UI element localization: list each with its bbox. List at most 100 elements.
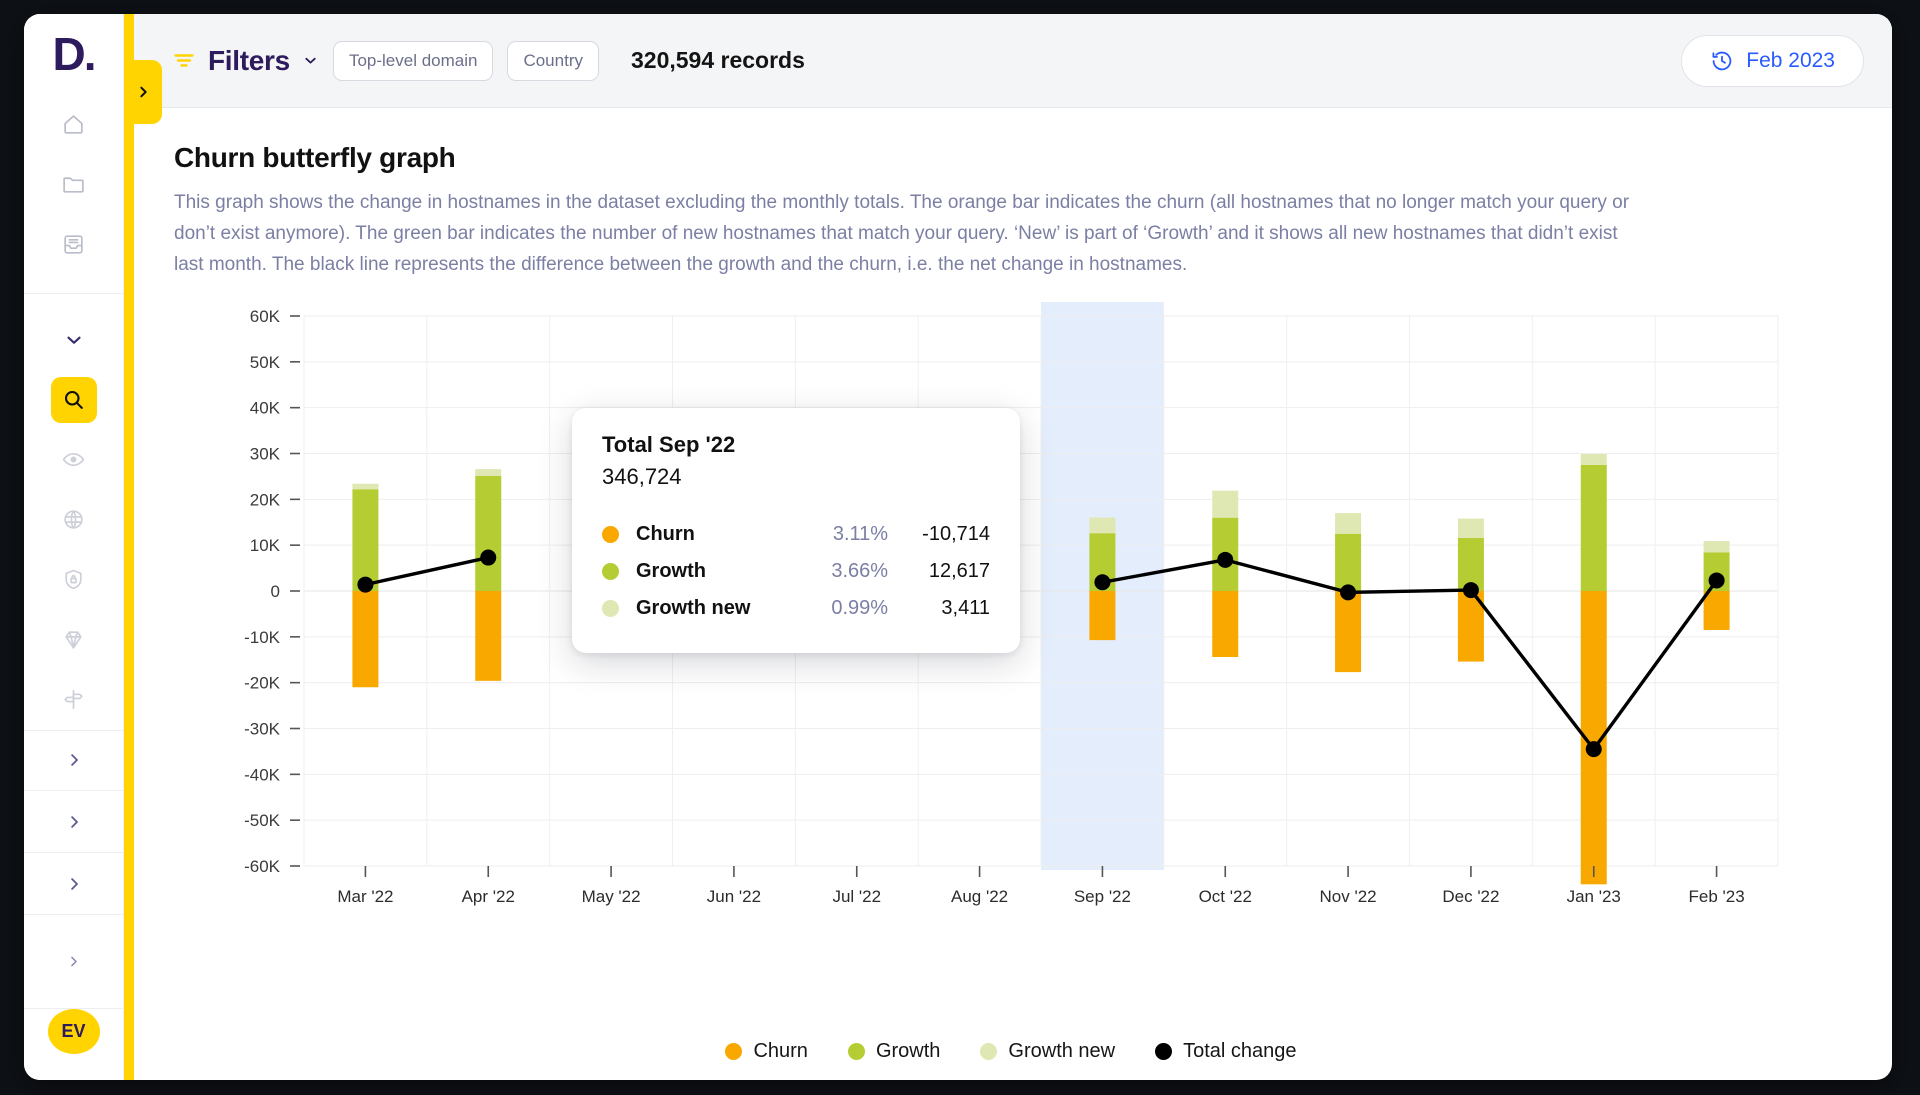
- x-tick-label: Apr '22: [462, 887, 515, 906]
- filter-icon: [174, 53, 194, 67]
- bar-growth: [352, 489, 379, 592]
- search-icon[interactable]: [50, 376, 97, 423]
- chart-legend: Churn Growth Growth new Total change: [174, 1040, 1848, 1063]
- y-tick-label: 50K: [250, 353, 281, 372]
- sidebar-section-3[interactable]: [24, 853, 123, 916]
- x-tick-label: Jul '22: [832, 887, 881, 906]
- total-change-point: [480, 549, 497, 566]
- shield-lock-icon[interactable]: [51, 557, 97, 603]
- inbox-icon[interactable]: [51, 222, 97, 268]
- x-tick-label: Oct '22: [1199, 887, 1252, 906]
- app-logo[interactable]: D.: [24, 14, 123, 95]
- bar-churn: [1212, 591, 1239, 658]
- x-tick-label: Jan '23: [1567, 887, 1621, 906]
- y-tick-label: -40K: [244, 766, 281, 785]
- chevron-down-icon[interactable]: [51, 317, 97, 363]
- legend-label: Total change: [1183, 1040, 1297, 1063]
- legend-item-total-change[interactable]: Total change: [1155, 1040, 1297, 1063]
- sidebar-nav-group: [24, 294, 123, 730]
- sidebar: D. EV: [24, 14, 124, 1080]
- sidebar-section-2[interactable]: [24, 791, 123, 854]
- chevron-right-icon: [70, 877, 78, 890]
- bar-growth-new: [1335, 513, 1362, 535]
- y-tick-label: 0: [271, 582, 280, 601]
- total-change-point: [1462, 582, 1479, 599]
- bar-churn: [1089, 591, 1116, 641]
- y-tick-label: 30K: [250, 445, 281, 464]
- chart-container: 60K 50K 40K 30K 20K 10K 0 -10K -20K -30K -40K -50K -…: [174, 302, 1848, 1032]
- tooltip-row-churn: Churn 3.11% -10,714: [602, 516, 990, 553]
- growth-color-dot: [602, 563, 619, 581]
- x-tick-label: Jun '22: [707, 887, 761, 906]
- y-tick-label: -30K: [244, 720, 281, 739]
- signpost-icon[interactable]: [51, 677, 97, 723]
- total-change-point: [1340, 584, 1357, 601]
- sidebar-section-4[interactable]: [24, 915, 123, 1010]
- legend-label: Growth: [875, 1040, 941, 1063]
- legend-item-growth-new[interactable]: Growth new: [980, 1040, 1115, 1063]
- total-change-point: [357, 576, 374, 593]
- y-tick-label: -50K: [244, 811, 281, 830]
- tooltip-percent: 3.11%: [832, 523, 889, 546]
- legend-label: Churn: [753, 1040, 808, 1063]
- legend-item-churn[interactable]: Churn: [725, 1040, 808, 1063]
- y-tick-label: 20K: [250, 491, 281, 510]
- y-tick-label: 40K: [250, 399, 281, 418]
- tooltip-total: 346,724: [602, 464, 682, 490]
- tooltip-value: 3,411: [941, 597, 990, 620]
- content-panel: Churn butterfly graph This graph shows t…: [124, 108, 1892, 1080]
- total-change-point: [1585, 741, 1602, 758]
- bar-growth-new: [475, 469, 502, 477]
- history-clock-icon: [1712, 51, 1732, 70]
- growth-new-color-dot: [602, 600, 619, 618]
- total-change-point: [1217, 552, 1234, 569]
- chevron-down-icon: [305, 57, 316, 64]
- main-area: Filters Top-level domain Country 320,594…: [124, 14, 1892, 1080]
- drawer-edge: [124, 14, 134, 1080]
- bar-churn: [475, 591, 502, 682]
- x-tick-label: Sep '22: [1074, 887, 1131, 906]
- tooltip-label: Growth: [636, 560, 706, 583]
- top-bar: Filters Top-level domain Country 320,594…: [124, 14, 1892, 108]
- bar-growth: [1335, 534, 1362, 592]
- churn-color-dot: [725, 1043, 743, 1061]
- chevron-right-icon: [71, 956, 77, 967]
- drawer-toggle-button[interactable]: [124, 60, 162, 124]
- chevron-right-icon: [140, 86, 147, 98]
- bar-growth-new: [1089, 517, 1116, 534]
- tooltip-rows: Churn 3.11% -10,714 Growth 3.66% 12,617: [602, 516, 990, 627]
- total-change-color-dot: [1155, 1043, 1173, 1061]
- legend-item-growth[interactable]: Growth: [847, 1040, 941, 1063]
- filters-button[interactable]: Filters: [172, 45, 319, 77]
- x-tick-label: Aug '22: [951, 887, 1008, 906]
- filter-chip-country[interactable]: Country: [507, 40, 599, 81]
- diamond-icon[interactable]: [51, 617, 97, 663]
- chevron-right-icon: [70, 816, 78, 828]
- bar-growth-new: [1212, 490, 1239, 518]
- tooltip-label: Churn: [636, 523, 695, 546]
- date-picker-button[interactable]: Feb 2023: [1681, 34, 1864, 87]
- y-tick-label: 10K: [250, 536, 281, 555]
- x-tick-label: Dec '22: [1442, 887, 1499, 906]
- avatar[interactable]: EV: [47, 1009, 100, 1054]
- growth-color-dot: [847, 1043, 865, 1061]
- bar-churn: [1335, 591, 1362, 673]
- page-title: Churn butterfly graph: [174, 142, 456, 173]
- sidebar-section-1[interactable]: [24, 729, 123, 792]
- tooltip-percent: 3.66%: [831, 560, 889, 583]
- filter-chip-top-level-domain[interactable]: Top-level domain: [332, 40, 494, 81]
- eye-icon[interactable]: [51, 437, 97, 483]
- home-icon[interactable]: [51, 102, 97, 148]
- y-tick-label: -60K: [244, 857, 281, 876]
- app-window: D. EV Filters Top-level domain Country 3…: [24, 14, 1892, 1080]
- globe-icon[interactable]: [51, 497, 97, 543]
- sidebar-top-group: [24, 95, 123, 294]
- bar-growth: [1580, 465, 1607, 592]
- growth-new-color-dot: [980, 1043, 998, 1061]
- tooltip-row-growth: Growth 3.66% 12,617: [602, 553, 990, 590]
- x-tick-label: Nov '22: [1320, 887, 1377, 906]
- total-change-point: [1094, 574, 1111, 591]
- y-tick-label: -10K: [244, 628, 281, 647]
- y-tick-label: 60K: [250, 307, 281, 326]
- folder-icon[interactable]: [51, 162, 97, 208]
